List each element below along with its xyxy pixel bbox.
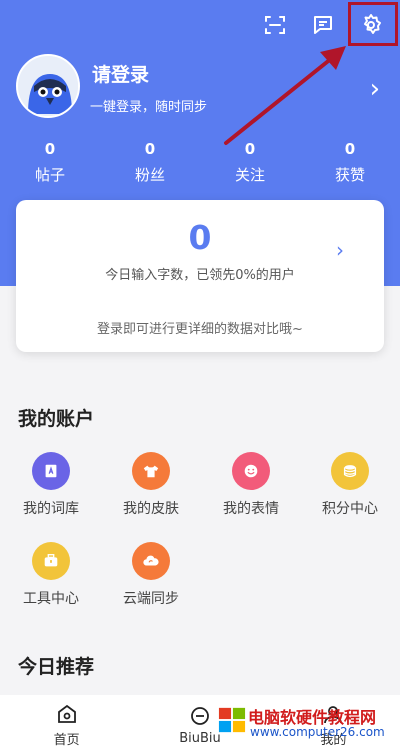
- tab-home[interactable]: 首页: [0, 695, 133, 754]
- recommend-section-title: 今日推荐: [18, 656, 95, 678]
- grid-item-skin[interactable]: 我的皮肤: [106, 452, 196, 518]
- grid-label: 工具中心: [23, 591, 79, 607]
- stat-value: 0: [244, 140, 256, 158]
- account-section-title: 我的账户: [18, 408, 95, 430]
- stat-value: 0: [344, 140, 356, 158]
- message-icon[interactable]: [306, 8, 340, 42]
- grid-label: 我的皮肤: [123, 501, 179, 517]
- grid-item-points[interactable]: 积分中心: [305, 452, 395, 518]
- stat-label: 粉丝: [134, 166, 165, 184]
- chevron-right-icon[interactable]: ›: [370, 74, 380, 104]
- input-count: 0: [188, 218, 212, 257]
- avatar[interactable]: [16, 54, 80, 118]
- stat-value: 0: [44, 140, 56, 158]
- input-stats-card[interactable]: 0 › 今日输入字数，已领先0%的用户 登录即可进行更详细的数据对比哦~: [16, 200, 384, 352]
- stats-row: 0 帖子 0 粉丝 0 关注 0 获赞: [0, 140, 400, 185]
- login-hint: 登录即可进行更详细的数据对比哦~: [97, 322, 303, 337]
- stat-following[interactable]: 0 关注: [200, 140, 300, 185]
- grid-item-toolbox[interactable]: 工具中心: [6, 542, 96, 608]
- grid-label: 我的表情: [223, 501, 279, 517]
- stat-fans[interactable]: 0 粉丝: [100, 140, 200, 185]
- grid-label: 积分中心: [322, 501, 378, 517]
- login-subtitle: 一键登录，随时同步: [90, 100, 208, 115]
- grid-item-cloud-sync[interactable]: 云端同步: [106, 542, 196, 608]
- tab-label: 首页: [53, 732, 80, 748]
- windows-logo-icon: [218, 707, 246, 733]
- stat-value: 0: [144, 140, 156, 158]
- login-title[interactable]: 请登录: [92, 60, 149, 87]
- input-summary: 今日输入字数，已领先0%的用户: [105, 268, 295, 283]
- stat-posts[interactable]: 0 帖子: [0, 140, 100, 185]
- watermark: 电脑软硬件教程网 www.computer26.com: [214, 696, 400, 754]
- dictionary-icon: [32, 452, 70, 490]
- scan-icon[interactable]: [258, 8, 292, 42]
- stat-label: 关注: [234, 166, 265, 184]
- points-icon: [331, 452, 369, 490]
- watermark-url: www.computer26.com: [250, 725, 385, 739]
- profile-block[interactable]: [16, 54, 80, 118]
- emoji-icon: [232, 452, 270, 490]
- biubiu-icon: [191, 706, 209, 725]
- stat-label: 获赞: [334, 166, 365, 184]
- skin-icon: [132, 452, 170, 490]
- stat-likes[interactable]: 0 获赞: [300, 140, 400, 185]
- chevron-right-icon[interactable]: ›: [336, 238, 344, 262]
- stat-label: 帖子: [34, 166, 65, 184]
- toolbox-icon: [32, 542, 70, 580]
- grid-label: 我的词库: [23, 501, 79, 517]
- cloud-sync-icon: [132, 542, 170, 580]
- home-icon: [57, 704, 76, 723]
- grid-item-dictionary[interactable]: 我的词库: [6, 452, 96, 518]
- grid-label: 云端同步: [123, 591, 179, 607]
- grid-item-emoji[interactable]: 我的表情: [206, 452, 296, 518]
- settings-highlight-box: [348, 2, 398, 46]
